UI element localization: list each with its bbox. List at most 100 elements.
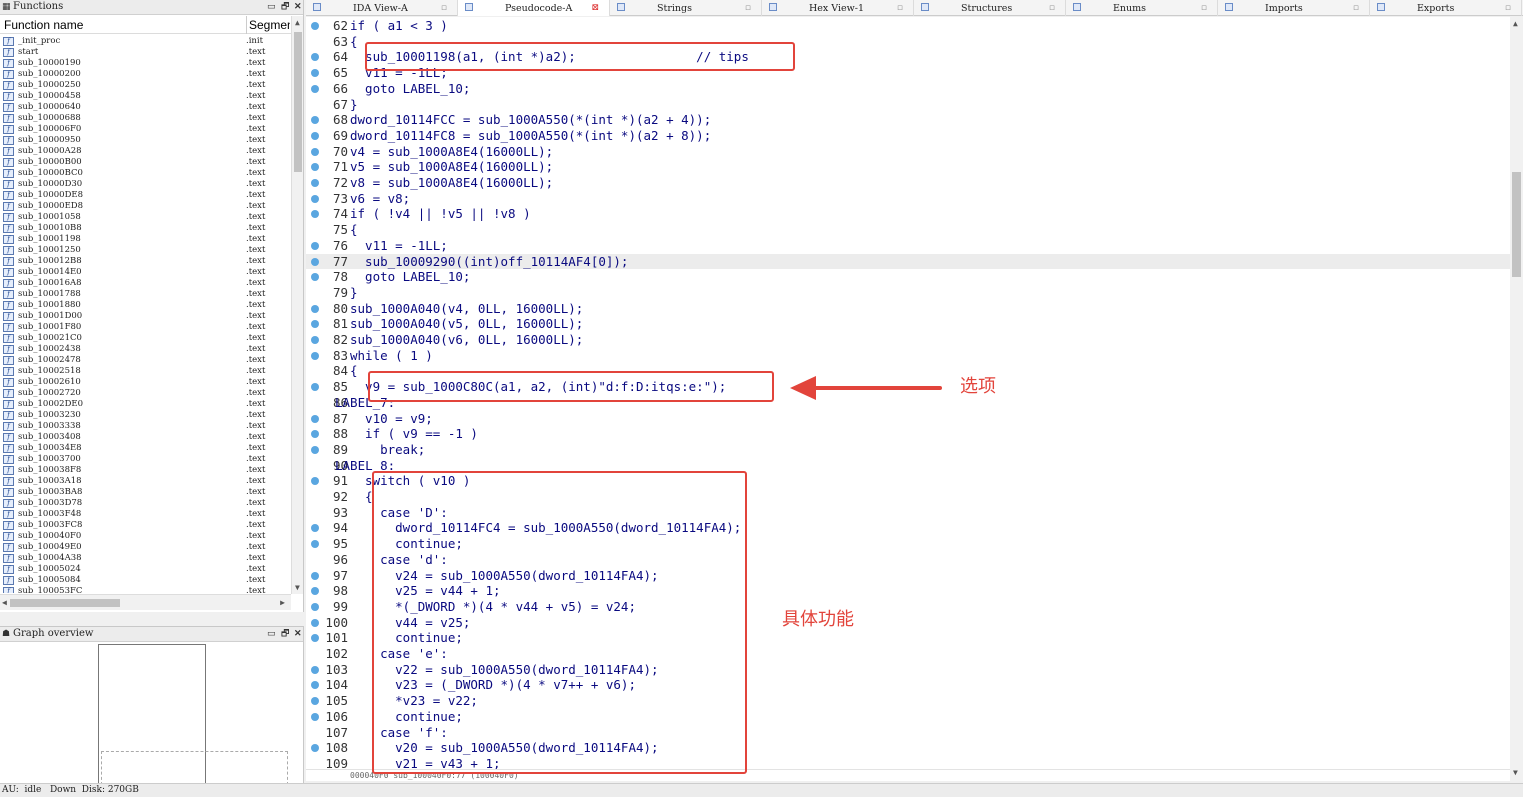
code-line[interactable]: 68 dword_10114FCC = sub_1000A550(*(int *)… — [306, 112, 1510, 128]
tab-hex-view-1[interactable]: Hex View-1 ▫ — [762, 0, 914, 16]
code-line[interactable]: 74 if ( !v4 || !v5 || !v8 ) — [306, 206, 1510, 222]
function-row[interactable]: f sub_10000950 .text — [0, 135, 291, 146]
tab-imports[interactable]: Imports ▫ — [1218, 0, 1370, 16]
function-row[interactable]: f sub_100049E0 .text — [0, 542, 291, 553]
graph-float-icon[interactable]: 🗗 — [281, 628, 289, 640]
code-line[interactable]: 70 v4 = sub_1000A8E4(16000LL); — [306, 144, 1510, 160]
function-row[interactable]: f sub_10000A28 .text — [0, 146, 291, 157]
function-row[interactable]: f sub_10001F80 .text — [0, 322, 291, 333]
functions-list[interactable]: f _init_proc .init f start .text f sub_10000190… — [0, 36, 291, 593]
tab-close-icon[interactable]: ▫ — [1505, 0, 1511, 17]
code-line[interactable]: 80 sub_1000A040(v4, 0LL, 16000LL); — [306, 301, 1510, 317]
functions-hscroll-thumb[interactable] — [10, 599, 120, 607]
tab-close-icon[interactable]: ▫ — [1049, 0, 1055, 17]
function-row[interactable]: f sub_10000DE8 .text — [0, 190, 291, 201]
function-row[interactable]: f sub_10003230 .text — [0, 410, 291, 421]
tab-strings[interactable]: Strings ▫ — [610, 0, 762, 16]
function-row[interactable]: f sub_10003A18 .text — [0, 476, 291, 487]
function-row[interactable]: f sub_100016A8 .text — [0, 278, 291, 289]
code-line[interactable]: 66 goto LABEL_10; — [306, 81, 1510, 97]
function-row[interactable]: f sub_10004A38 .text — [0, 553, 291, 564]
function-row[interactable]: f sub_10000688 .text — [0, 113, 291, 124]
panel-float-icon[interactable]: 🗗 — [281, 1, 289, 13]
code-line[interactable]: 79} — [306, 285, 1510, 301]
panel-close-icon[interactable]: ✕ — [294, 1, 302, 13]
function-row[interactable]: f sub_10002478 .text — [0, 355, 291, 366]
tab-close-icon[interactable]: ▫ — [441, 0, 447, 17]
tab-structures[interactable]: Structures ▫ — [914, 0, 1066, 16]
function-row[interactable]: f sub_10000190 .text — [0, 58, 291, 69]
scroll-up-icon[interactable]: ▲ — [295, 18, 300, 27]
tab-ida-view-a[interactable]: IDA View-A ▫ — [306, 0, 458, 16]
code-vscroll-thumb[interactable] — [1512, 172, 1521, 277]
code-line[interactable]: 62 if ( a1 < 3 ) — [306, 18, 1510, 34]
function-row[interactable]: f sub_10002518 .text — [0, 366, 291, 377]
function-row[interactable]: f sub_100038F8 .text — [0, 465, 291, 476]
code-line[interactable]: 87 v10 = v9; — [306, 411, 1510, 427]
function-row[interactable]: f sub_10000250 .text — [0, 80, 291, 91]
function-row[interactable]: f sub_10003F48 .text — [0, 509, 291, 520]
tab-pseudocode-a[interactable]: Pseudocode-A ⊠ — [458, 0, 610, 16]
code-line[interactable]: 82 sub_1000A040(v6, 0LL, 16000LL); — [306, 332, 1510, 348]
function-row[interactable]: f sub_10000D30 .text — [0, 179, 291, 190]
scroll-right-icon[interactable]: ▶ — [280, 598, 285, 607]
tab-enums[interactable]: Enums ▫ — [1066, 0, 1218, 16]
function-row[interactable]: f sub_10000640 .text — [0, 102, 291, 113]
function-row[interactable]: f sub_10000B00 .text — [0, 157, 291, 168]
col-segment[interactable]: Segment — [246, 16, 290, 34]
code-line[interactable]: 88 if ( v9 == -1 ) — [306, 426, 1510, 442]
function-row[interactable]: f sub_10002DE0 .text — [0, 399, 291, 410]
function-row[interactable]: f sub_10000ED8 .text — [0, 201, 291, 212]
code-line[interactable]: 71 v5 = sub_1000A8E4(16000LL); — [306, 159, 1510, 175]
function-row[interactable]: f sub_10003BA8 .text — [0, 487, 291, 498]
graph-restore-icon[interactable]: ▭ — [267, 628, 276, 640]
function-row[interactable]: f sub_10003700 .text — [0, 454, 291, 465]
function-row[interactable]: f sub_10001D00 .text — [0, 311, 291, 322]
function-row[interactable]: f sub_10005084 .text — [0, 575, 291, 586]
tab-close-icon[interactable]: ⊠ — [591, 0, 599, 17]
function-row[interactable]: f sub_10001880 .text — [0, 300, 291, 311]
function-row[interactable]: f sub_10003D78 .text — [0, 498, 291, 509]
function-row[interactable]: f sub_100021C0 .text — [0, 333, 291, 344]
function-row[interactable]: f sub_10003FC8 .text — [0, 520, 291, 531]
function-row[interactable]: f sub_100012B8 .text — [0, 256, 291, 267]
code-line[interactable]: 75{ — [306, 222, 1510, 238]
function-row[interactable]: f sub_10000200 .text — [0, 69, 291, 80]
code-line[interactable]: 89 break; — [306, 442, 1510, 458]
code-line[interactable]: 77 sub_10009290((int)off_10114AF4[0]); — [306, 253, 1510, 270]
functions-hscrollbar[interactable]: ◀ ▶ — [0, 594, 291, 610]
code-line[interactable]: 78 goto LABEL_10; — [306, 269, 1510, 285]
function-row[interactable]: f sub_100053FC .text — [0, 586, 291, 593]
function-row[interactable]: f sub_10000458 .text — [0, 91, 291, 102]
function-row[interactable]: f sub_10001788 .text — [0, 289, 291, 300]
function-row[interactable]: f _init_proc .init — [0, 36, 291, 47]
code-line[interactable]: 73 v6 = v8; — [306, 191, 1510, 207]
scroll-down-icon[interactable]: ▼ — [295, 583, 300, 592]
function-row[interactable]: f sub_10001250 .text — [0, 245, 291, 256]
tab-close-icon[interactable]: ▫ — [745, 0, 751, 17]
function-row[interactable]: f sub_10003338 .text — [0, 421, 291, 432]
tab-exports[interactable]: Exports ▫ — [1370, 0, 1522, 16]
function-row[interactable]: f sub_100034E8 .text — [0, 443, 291, 454]
code-line[interactable]: 83 while ( 1 ) — [306, 348, 1510, 364]
functions-vscrollbar[interactable]: ▲ ▼ — [291, 16, 303, 594]
code-line[interactable]: 81 sub_1000A040(v5, 0LL, 16000LL); — [306, 316, 1510, 332]
code-line[interactable]: 72 v8 = sub_1000A8E4(16000LL); — [306, 175, 1510, 191]
function-row[interactable]: f sub_10005024 .text — [0, 564, 291, 575]
function-row[interactable]: f sub_100014E0 .text — [0, 267, 291, 278]
pseudocode-vscrollbar[interactable]: ▲ ▼ — [1510, 17, 1523, 781]
tab-close-icon[interactable]: ▫ — [897, 0, 903, 17]
function-row[interactable]: f sub_10001198 .text — [0, 234, 291, 245]
col-function-name[interactable]: Function name — [4, 16, 83, 34]
function-row[interactable]: f sub_100006F0 .text — [0, 124, 291, 135]
function-row[interactable]: f sub_10000BC0 .text — [0, 168, 291, 179]
function-row[interactable]: f sub_100040F0 .text — [0, 531, 291, 542]
function-row[interactable]: f sub_10002720 .text — [0, 388, 291, 399]
function-row[interactable]: f sub_10001058 .text — [0, 212, 291, 223]
function-row[interactable]: f sub_100010B8 .text — [0, 223, 291, 234]
code-line[interactable]: 76 v11 = -1LL; — [306, 238, 1510, 254]
function-row[interactable]: f start .text — [0, 47, 291, 58]
code-line[interactable]: 67} — [306, 97, 1510, 113]
function-row[interactable]: f sub_10002610 .text — [0, 377, 291, 388]
code-scroll-down-icon[interactable]: ▼ — [1513, 768, 1518, 777]
